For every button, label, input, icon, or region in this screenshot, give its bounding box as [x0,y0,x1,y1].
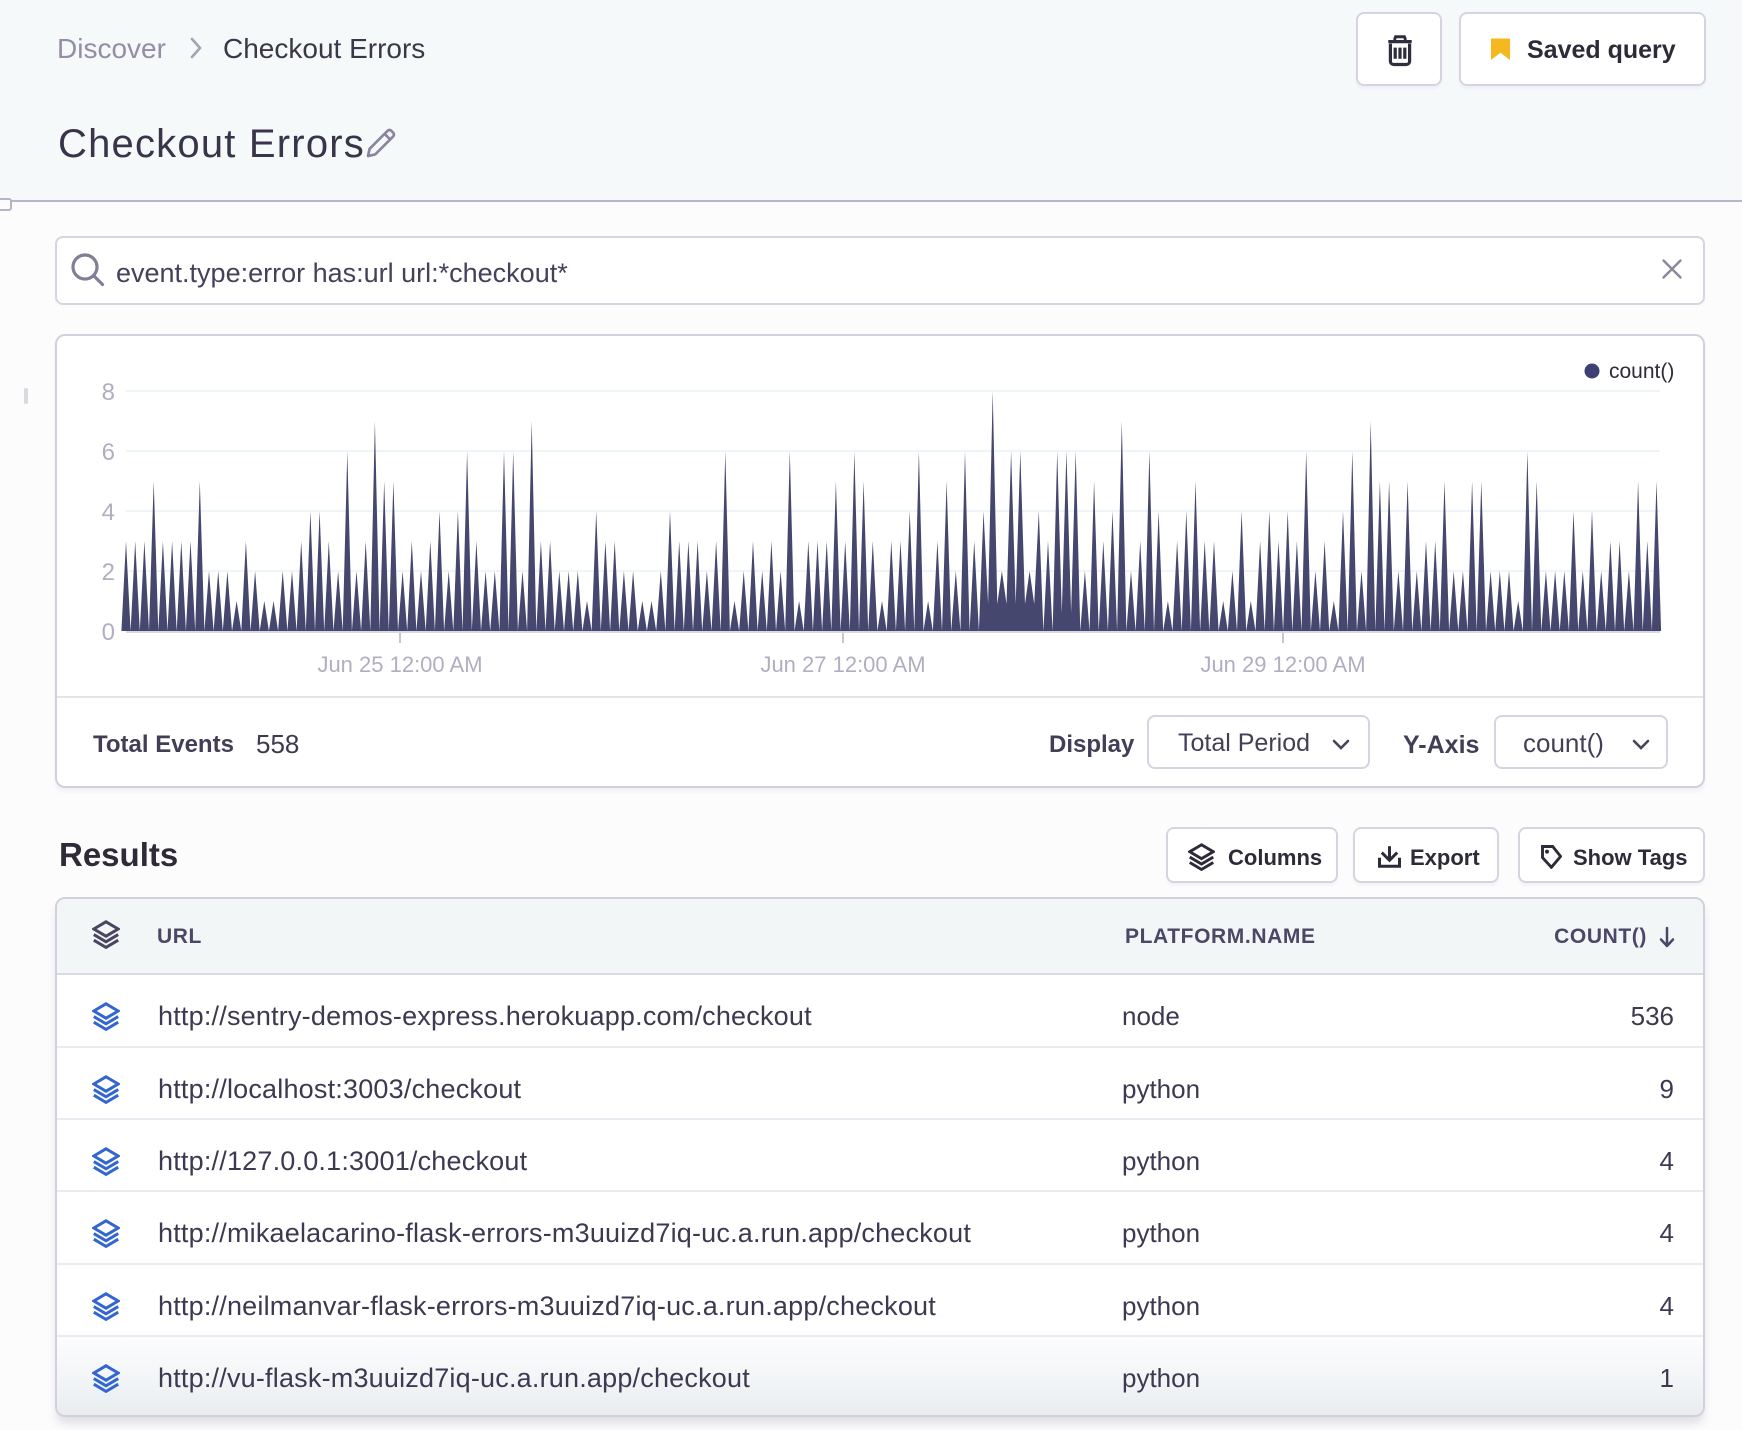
svg-text:count(): count() [1609,360,1674,383]
svg-text:Jun 25 12:00 AM: Jun 25 12:00 AM [317,652,482,677]
svg-text:4: 4 [102,499,115,526]
svg-text:0: 0 [102,619,115,646]
svg-text:8: 8 [102,379,115,406]
svg-text:Jun 27 12:00 AM: Jun 27 12:00 AM [760,652,925,677]
svg-text:2: 2 [102,559,115,586]
svg-text:Jun 29 12:00 AM: Jun 29 12:00 AM [1200,652,1365,677]
svg-text:6: 6 [102,439,115,466]
